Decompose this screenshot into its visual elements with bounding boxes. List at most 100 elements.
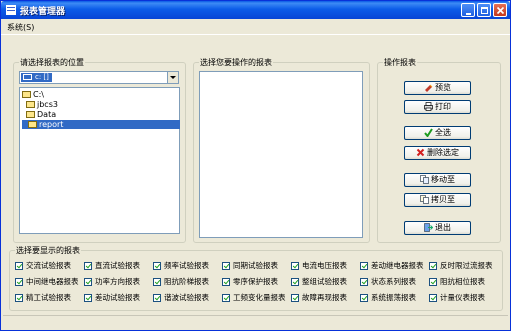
checkbox-box[interactable] <box>291 278 299 286</box>
tree-item-label: report <box>39 120 64 129</box>
checkbox-label: 交流试验报表 <box>26 261 71 270</box>
checkbox-box[interactable] <box>153 262 161 270</box>
checkbox-label: 电流电压报表 <box>302 261 347 270</box>
checkbox-box[interactable] <box>222 262 230 270</box>
folder-tree[interactable]: C:\ jbcs3 Data report <box>19 87 180 234</box>
checkbox-box[interactable] <box>222 278 230 286</box>
checkbox-label: 阻抗相位报表 <box>440 277 485 286</box>
folder-open-icon <box>26 101 35 108</box>
checkbox-label: 故障再现报表 <box>302 293 347 302</box>
status-bar <box>3 315 508 329</box>
checkbox-label: 整组试验报表 <box>302 277 347 286</box>
checkbox-label: 直流试验报表 <box>95 261 140 270</box>
select-all-label: 全选 <box>435 128 451 137</box>
checkbox-box[interactable] <box>429 262 437 270</box>
exit-icon <box>424 223 433 232</box>
close-icon <box>496 6 505 15</box>
checkbox-label: 差动试验报表 <box>95 293 140 302</box>
checkbox-label: 频率试验报表 <box>164 261 209 270</box>
checkbox-box[interactable] <box>84 294 92 302</box>
checkbox-label: 零序保护报表 <box>233 277 278 286</box>
app-icon <box>6 5 16 15</box>
reports-group-title: 选择您要操作的报表 <box>199 57 273 68</box>
checkbox-label: 状态系列报表 <box>371 277 416 286</box>
deselect-button[interactable]: 删除选定 <box>404 146 471 160</box>
checkbox-box[interactable] <box>360 278 368 286</box>
tree-item-label: Data <box>37 110 57 119</box>
move-icon <box>420 175 429 184</box>
checkbox-label: 阻抗阶梯报表 <box>164 277 209 286</box>
tree-item-label: jbcs3 <box>37 100 58 109</box>
select-all-button[interactable]: 全选 <box>404 126 471 140</box>
location-group-title: 请选择报表的位置 <box>19 57 85 68</box>
display-group-title: 选择要显示的报表 <box>15 245 81 256</box>
drive-select-value: c: [] <box>21 73 52 82</box>
checkbox-label: 工频变化量报表 <box>233 293 286 302</box>
minimize-button[interactable] <box>461 3 475 17</box>
exit-button[interactable]: 退出 <box>404 221 471 235</box>
checkbox-label: 功率方向报表 <box>95 277 140 286</box>
actions-group-title: 操作报表 <box>383 57 417 68</box>
exit-label: 退出 <box>435 223 451 232</box>
tree-item-data[interactable]: Data <box>26 110 56 119</box>
minimize-icon <box>466 13 471 15</box>
chevron-down-icon <box>170 76 176 79</box>
delete-x-icon <box>416 148 425 157</box>
checkbox-box[interactable] <box>84 278 92 286</box>
copy-label: 拷贝至 <box>431 195 455 204</box>
drive-icon <box>23 74 32 80</box>
checkbox-box[interactable] <box>429 294 437 302</box>
checkbox-box[interactable] <box>429 278 437 286</box>
drive-select[interactable]: c: [] <box>19 71 179 84</box>
report-list[interactable] <box>199 71 363 238</box>
tree-item-jbcs3[interactable]: jbcs3 <box>26 100 58 109</box>
checkbox-box[interactable] <box>360 294 368 302</box>
dropdown-button[interactable] <box>167 72 178 83</box>
checkbox-box[interactable] <box>222 294 230 302</box>
checkbox-label: 系统振荡报表 <box>371 293 416 302</box>
folder-open-icon <box>26 111 35 118</box>
checkbox-label: 同期试验报表 <box>233 261 278 270</box>
menu-system[interactable]: 系统(S) <box>7 22 34 33</box>
print-label: 打印 <box>435 102 451 111</box>
printer-icon <box>424 102 433 111</box>
preview-icon <box>425 84 433 92</box>
checkbox-label: 差动继电器报表 <box>371 261 424 270</box>
checkbox-label: 谐波试验报表 <box>164 293 209 302</box>
move-button[interactable]: 移动至 <box>404 173 471 187</box>
deselect-label: 删除选定 <box>427 148 459 157</box>
checkbox-box[interactable] <box>360 262 368 270</box>
preview-label: 预览 <box>435 83 451 92</box>
drive-label: c: [] <box>35 73 49 81</box>
maximize-icon <box>481 7 488 14</box>
checkmark-icon <box>424 128 433 137</box>
copy-button[interactable]: 拷贝至 <box>404 193 471 207</box>
print-button[interactable]: 打印 <box>404 100 471 114</box>
checkbox-box[interactable] <box>153 294 161 302</box>
close-button[interactable] <box>493 3 507 17</box>
checkbox-box[interactable] <box>291 294 299 302</box>
tree-item-label: C:\ <box>33 90 44 99</box>
window-title: 报表管理器 <box>20 7 66 17</box>
folder-open-icon <box>28 121 37 128</box>
folder-open-icon <box>22 91 31 98</box>
report-manager-window: 报表管理器 系统(S) 请选择报表的位置 c: [] C:\ jbcs3 Dat… <box>0 0 511 331</box>
checkbox-label: 计量仪表报表 <box>440 293 485 302</box>
checkbox-label: 中间继电器报表 <box>26 277 79 286</box>
title-bar[interactable]: 报表管理器 <box>1 1 510 19</box>
checkbox-box[interactable] <box>15 262 23 270</box>
tree-item-root[interactable]: C:\ <box>22 90 44 99</box>
checkbox-label: 精工试验报表 <box>26 293 71 302</box>
copy-icon <box>420 195 429 204</box>
checkbox-box[interactable] <box>291 262 299 270</box>
move-label: 移动至 <box>431 175 455 184</box>
checkbox-box[interactable] <box>84 262 92 270</box>
tree-item-report[interactable]: report <box>22 120 180 129</box>
checkbox-box[interactable] <box>15 278 23 286</box>
menu-bar: 系统(S) <box>1 19 510 35</box>
preview-button[interactable]: 预览 <box>404 81 471 95</box>
checkbox-box[interactable] <box>153 278 161 286</box>
checkbox-label: 反时限过流报表 <box>440 261 493 270</box>
checkbox-box[interactable] <box>15 294 23 302</box>
maximize-button[interactable] <box>477 3 491 17</box>
